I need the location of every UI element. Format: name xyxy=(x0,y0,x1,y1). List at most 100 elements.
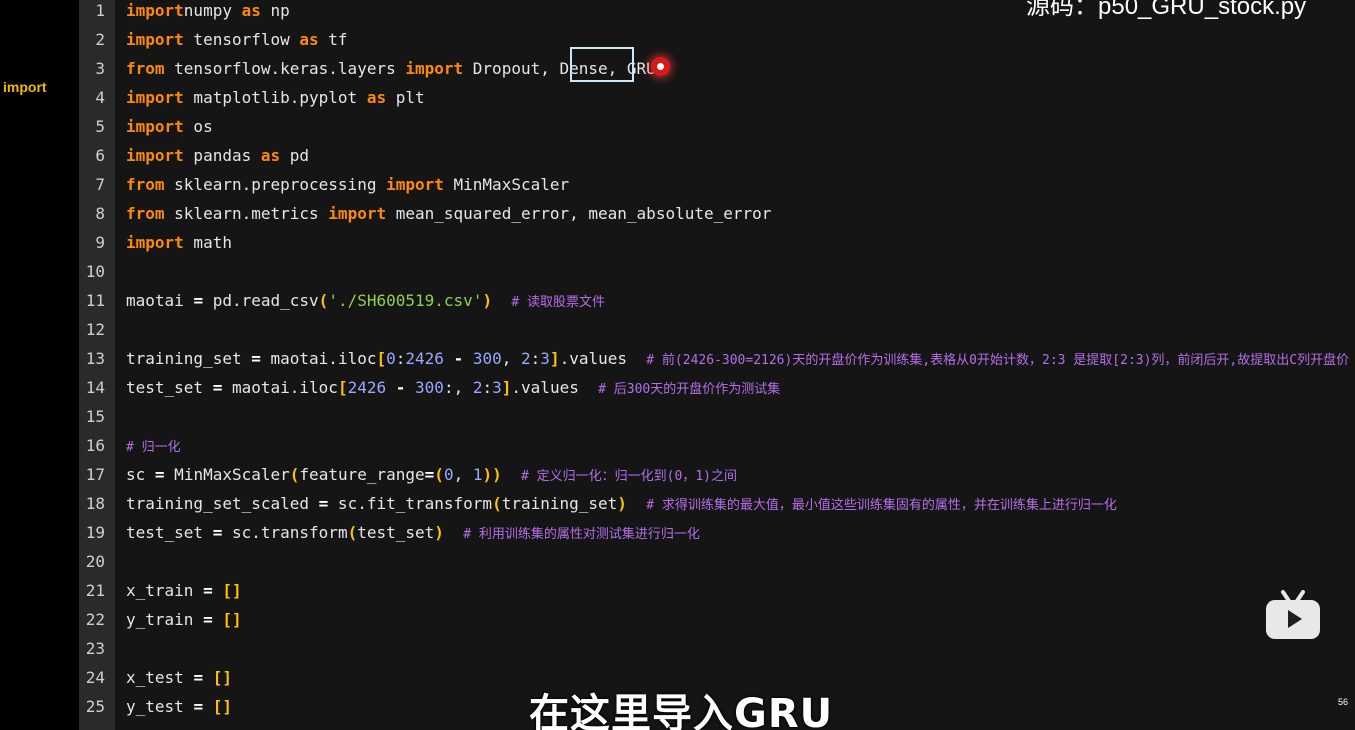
code-text: y_test = [] xyxy=(126,692,232,721)
code-token: x_train xyxy=(126,581,204,600)
comment-token: # 定义归一化：归一化到(0，1)之间 xyxy=(521,469,737,484)
code-token: ) xyxy=(482,291,493,310)
code-token: .values xyxy=(559,349,647,368)
code-token: [] xyxy=(212,668,232,687)
code-token: ( xyxy=(492,494,502,513)
number-token: 300 xyxy=(415,378,444,397)
code-line[interactable]: 13 training_set = maotai.iloc[0:2426 - 30… xyxy=(79,344,1355,373)
keyword-token: as xyxy=(299,30,319,49)
comment-token: # 前(2426-300=2126)天的开盘价作为训练集,表格从0开始计数，2:… xyxy=(646,353,1350,368)
code-line[interactable]: 8 from sklearn.metrics import mean_square… xyxy=(79,199,1355,228)
code-token: numpy xyxy=(183,1,242,20)
code-line[interactable]: 22 y_train = [] xyxy=(79,605,1355,634)
code-token: matplotlib.pyplot xyxy=(183,88,367,107)
code-token: pd xyxy=(280,146,310,165)
number-token: 300 xyxy=(472,349,502,368)
code-line[interactable]: 2 import tensorflow as tf xyxy=(79,25,1355,54)
keyword-token: import xyxy=(126,88,184,107)
string-token: './SH600519.csv' xyxy=(328,291,483,310)
code-token: sc xyxy=(126,465,155,484)
code-line[interactable]: 5 import os xyxy=(79,112,1355,141)
code-token: = xyxy=(203,581,213,600)
code-token: sc.fit_transform xyxy=(328,494,493,513)
number-token: 3 xyxy=(540,349,550,368)
code-token: = xyxy=(212,523,223,542)
keyword-token: import xyxy=(405,59,464,78)
code-text: importnumpy as np xyxy=(126,0,290,25)
code-line[interactable]: 19 test_set = sc.transform(test_set) # 利用… xyxy=(79,518,1355,547)
code-token: : xyxy=(482,378,493,397)
code-token: pandas xyxy=(183,146,261,165)
number-token: 2426 xyxy=(405,349,444,368)
line-number: 12 xyxy=(85,320,105,339)
code-token: maotai.iloc xyxy=(222,378,338,397)
line-number: 25 xyxy=(85,697,105,716)
code-token: ) xyxy=(434,523,444,542)
line-number: 24 xyxy=(85,668,105,687)
code-line[interactable]: 20 xyxy=(79,547,1355,576)
code-text: x_train = [] xyxy=(126,576,242,605)
keyword-token: from xyxy=(126,59,165,78)
code-line[interactable]: 23 xyxy=(79,634,1355,663)
line-number: 17 xyxy=(85,465,105,484)
number-token: 0 xyxy=(443,465,454,484)
code-token: = xyxy=(154,465,165,484)
code-token: = xyxy=(193,697,204,716)
code-token: training_set xyxy=(126,349,252,368)
code-line[interactable]: 14 test_set = maotai.iloc[2426 - 300:, 2:… xyxy=(79,373,1355,402)
code-line[interactable]: 18 training_set_scaled = sc.fit_transform… xyxy=(79,489,1355,518)
code-line[interactable]: 12 xyxy=(79,315,1355,344)
line-number: 13 xyxy=(85,349,105,368)
code-line[interactable]: 16 # 归一化 xyxy=(79,431,1355,460)
code-token: feature_range xyxy=(299,465,425,484)
line-number: 1 xyxy=(95,1,105,20)
code-token: sklearn.preprocessing xyxy=(164,175,387,194)
code-text: import tensorflow as tf xyxy=(126,25,348,54)
code-text: maotai = pd.read_csv('./SH600519.csv') #… xyxy=(126,286,605,317)
code-line[interactable]: 9 import math xyxy=(79,228,1355,257)
code-token: ( xyxy=(434,465,444,484)
code-line[interactable]: 11 maotai = pd.read_csv('./SH600519.csv')… xyxy=(79,286,1355,315)
page-number: 56 xyxy=(1338,697,1349,707)
code-line[interactable]: 4 import matplotlib.pyplot as plt xyxy=(79,83,1355,112)
code-text: from sklearn.preprocessing import MinMax… xyxy=(126,170,569,199)
code-line[interactable]: 17 sc = MinMaxScaler(feature_range=(0, 1)… xyxy=(79,460,1355,489)
code-token: pd.read_csv xyxy=(203,291,319,310)
comment-token: # 利用训练集的属性对测试集进行归一化 xyxy=(463,527,700,542)
code-token: , xyxy=(453,465,473,484)
bilibili-tv-icon xyxy=(1266,589,1320,639)
code-token: test_set xyxy=(126,378,213,397)
code-line[interactable]: 7 from sklearn.preprocessing import MinMa… xyxy=(79,170,1355,199)
code-token: np xyxy=(260,1,290,20)
code-token: sklearn.metrics xyxy=(164,204,329,223)
keyword-token: import xyxy=(126,146,184,165)
keyword-token: import xyxy=(328,204,387,223)
code-line[interactable]: 6 import pandas as pd xyxy=(79,141,1355,170)
code-token: - xyxy=(395,378,406,397)
line-number: 4 xyxy=(95,88,105,107)
code-token: maotai.iloc xyxy=(260,349,377,368)
code-line[interactable]: 10 xyxy=(79,257,1355,286)
code-token: ( xyxy=(347,523,358,542)
sidebar-keyword-label: import xyxy=(3,79,47,95)
code-token: MinMaxScaler xyxy=(164,465,290,484)
code-token: os xyxy=(183,117,213,136)
line-number: 18 xyxy=(85,494,105,513)
mouse-cursor-indicator xyxy=(651,57,670,76)
line-number: 16 xyxy=(85,436,105,455)
code-token: tensorflow.keras.layers xyxy=(164,59,406,78)
code-text: import pandas as pd xyxy=(126,141,309,170)
keyword-token: import xyxy=(126,1,184,20)
code-line[interactable]: 3 from tensorflow.keras.layers import Dro… xyxy=(79,54,1355,83)
code-token: [] xyxy=(212,697,232,716)
code-token: test_set xyxy=(357,523,435,542)
code-line[interactable]: 15 xyxy=(79,402,1355,431)
line-number: 8 xyxy=(95,204,105,223)
code-line[interactable]: 21 x_train = [] xyxy=(79,576,1355,605)
gru-highlight-box xyxy=(570,47,634,82)
code-text: y_train = [] xyxy=(126,605,242,634)
code-token: mean_squared_error, mean_absolute_error xyxy=(386,204,772,223)
